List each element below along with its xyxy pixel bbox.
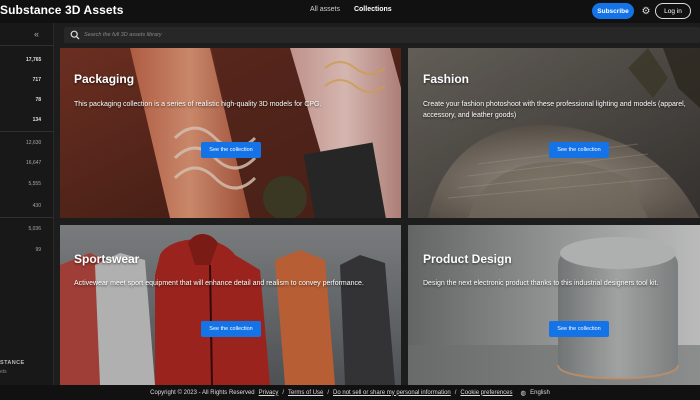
sidebar-divider	[0, 45, 54, 46]
card-title: Product Design	[423, 252, 512, 266]
footer-separator: /	[454, 389, 457, 396]
brand-title[interactable]: Substance 3D Assets	[0, 3, 124, 17]
search-input[interactable]	[84, 27, 584, 43]
sidebar-count[interactable]: 134	[26, 117, 41, 123]
sidebar-count[interactable]: 99	[26, 247, 41, 253]
do-not-sell-link[interactable]: Do not sell or share my personal informa…	[333, 390, 451, 396]
sidebar-count[interactable]: 717	[26, 77, 41, 83]
see-collection-button[interactable]: See the collection	[549, 321, 609, 337]
footer-separator: /	[327, 389, 330, 396]
sidebar-count[interactable]: 12,630	[26, 140, 41, 146]
see-collection-button[interactable]: See the collection	[201, 142, 261, 158]
card-description: Create your fashion photoshoot with thes…	[423, 101, 686, 119]
privacy-link[interactable]: Privacy	[259, 390, 279, 396]
sidebar-logo: STANCE	[0, 360, 25, 366]
collection-card-sportswear[interactable]: Sportswear Activewear meet sport equipme…	[60, 225, 401, 385]
copyright-text: Copyright © 2023 - All Rights Reserved	[150, 389, 255, 396]
footer-separator: /	[282, 389, 284, 396]
collection-card-fashion[interactable]: Fashion Create your fashion photoshoot w…	[408, 48, 700, 218]
nav-all-assets[interactable]: All assets	[310, 6, 340, 13]
sidebar-count[interactable]: 5,036	[26, 226, 41, 232]
collection-card-product-design[interactable]: Product Design Design the next electroni…	[408, 225, 700, 385]
product-design-image	[408, 225, 700, 385]
sidebar-count[interactable]: 16,647	[26, 160, 41, 166]
top-bar: Substance 3D Assets All assets Collectio…	[0, 0, 700, 23]
collapse-sidebar-icon[interactable]: «	[34, 29, 39, 39]
card-title: Fashion	[423, 72, 470, 86]
card-description: Activewear meet sport equipment that wil…	[74, 280, 364, 287]
see-collection-button[interactable]: See the collection	[201, 321, 261, 337]
card-description: Design the next electronic product thank…	[423, 280, 659, 287]
sidebar-divider	[0, 131, 54, 132]
sidebar-logo-sub: ets	[0, 369, 7, 375]
gear-icon[interactable]: ⚙	[640, 5, 652, 17]
sidebar-count[interactable]: 5,555	[26, 181, 41, 187]
sidebar-count[interactable]: 430	[26, 203, 41, 209]
sidebar-count[interactable]: 78	[26, 97, 41, 103]
collection-card-packaging[interactable]: Packaging This packaging collection is a…	[60, 48, 401, 218]
language-selector[interactable]: English	[530, 390, 550, 396]
see-collection-button[interactable]: See the collection	[549, 142, 609, 158]
sidebar: « 17,765 717 78 134 12,630 16,647 5,555 …	[0, 23, 54, 385]
card-description: This packaging collection is a series of…	[74, 101, 322, 108]
card-title: Sportswear	[74, 252, 140, 266]
cookie-preferences-link[interactable]: Cookie preferences	[460, 390, 512, 396]
nav-collections[interactable]: Collections	[354, 6, 392, 13]
sidebar-count[interactable]: 17,765	[26, 57, 41, 63]
globe-icon[interactable]: ◍	[520, 389, 526, 397]
search-icon[interactable]	[70, 30, 80, 40]
top-nav: All assets Collections	[310, 6, 392, 13]
footer: Copyright © 2023 - All Rights Reserved P…	[0, 385, 700, 400]
sportswear-image	[60, 225, 401, 385]
login-button[interactable]: Log in	[655, 3, 691, 19]
search-bar	[64, 27, 700, 43]
sidebar-divider	[0, 217, 54, 218]
card-title: Packaging	[74, 72, 135, 86]
terms-link[interactable]: Terms of Use	[288, 390, 323, 396]
subscribe-button[interactable]: Subscribe	[592, 3, 634, 19]
